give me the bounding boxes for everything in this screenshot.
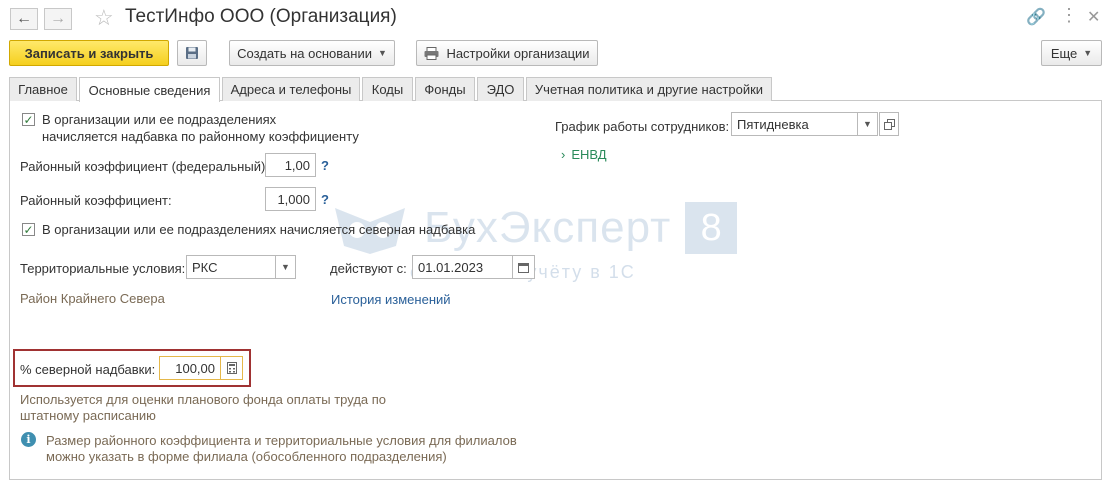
link-icon[interactable]: 🔗 xyxy=(1026,7,1046,27)
save-close-button[interactable]: Записать и закрыть xyxy=(9,40,169,66)
fed-coef-label: Районный коэффициент (федеральный): xyxy=(20,159,269,174)
fed-coef-help-icon[interactable]: ? xyxy=(321,158,329,173)
fed-coef-input[interactable]: 1,00 xyxy=(265,153,316,177)
more-button[interactable]: Еще ▼ xyxy=(1041,40,1102,66)
checkmark-icon: ✓ xyxy=(23,222,34,237)
schedule-select[interactable]: Пятидневка xyxy=(731,112,858,136)
north-allowance-checkbox[interactable]: ✓ xyxy=(22,223,35,236)
info-note: Размер районного коэффициента и территор… xyxy=(46,433,517,448)
north-pct-label: % северной надбавки: xyxy=(20,362,156,377)
arrow-right-icon: → xyxy=(50,10,66,27)
info-icon: i xyxy=(21,432,36,447)
region-text: Район Крайнего Севера xyxy=(20,291,165,306)
schedule-open-button[interactable] xyxy=(879,112,899,136)
calendar-icon xyxy=(518,262,529,273)
history-link[interactable]: История изменений xyxy=(331,292,451,307)
create-based-button[interactable]: Создать на основании ▼ xyxy=(229,40,395,66)
chevron-right-icon: › xyxy=(561,147,566,162)
forward-button[interactable]: → xyxy=(44,8,72,30)
tab-codes[interactable]: Коды xyxy=(362,77,413,101)
favorite-star-icon[interactable]: ☆ xyxy=(94,5,114,31)
valid-from-label: действуют с: xyxy=(330,261,407,276)
terr-conditions-label: Территориальные условия: xyxy=(20,261,186,276)
schedule-dropdown[interactable]: ▼ xyxy=(858,112,878,136)
coef-label: Районный коэффициент: xyxy=(20,193,172,208)
tab-accounting-policy[interactable]: Учетная политика и другие настройки xyxy=(526,77,772,101)
close-icon[interactable]: ✕ xyxy=(1087,7,1100,27)
usage-note-2: штатному расписанию xyxy=(20,408,156,423)
open-window-icon xyxy=(883,118,895,130)
coef-help-icon[interactable]: ? xyxy=(321,192,329,207)
window-title: ТестИнфо ООО (Организация) xyxy=(125,6,397,27)
terr-conditions-dropdown[interactable]: ▼ xyxy=(276,255,296,279)
valid-from-input[interactable]: 01.01.2023 xyxy=(412,255,513,279)
org-settings-button[interactable]: Настройки организации xyxy=(416,40,598,66)
watermark-digit: 8 xyxy=(685,202,738,254)
tab-funds[interactable]: Фонды xyxy=(415,77,475,101)
more-menu-icon[interactable]: ⋮ xyxy=(1060,5,1078,26)
north-allowance-check-label: В организации или ее подразделениях начи… xyxy=(42,222,476,237)
back-button[interactable]: ← xyxy=(10,8,38,30)
tab-addresses-phones[interactable]: Адреса и телефоны xyxy=(222,77,360,101)
tab-main[interactable]: Главное xyxy=(9,77,77,101)
checkmark-icon: ✓ xyxy=(23,112,34,127)
coef-input[interactable]: 1,000 xyxy=(265,187,316,211)
north-pct-input[interactable]: 100,00 xyxy=(159,356,221,380)
chevron-down-icon: ▼ xyxy=(377,48,387,58)
calendar-button[interactable] xyxy=(513,255,535,279)
caret-down-icon: ▼ xyxy=(281,262,290,272)
save-button[interactable] xyxy=(177,40,207,66)
terr-conditions-select[interactable]: РКС xyxy=(186,255,276,279)
arrow-left-icon: ← xyxy=(16,10,32,27)
envd-label: ЕНВД xyxy=(571,147,607,162)
info-note-2: можно указать в форме филиала (обособлен… xyxy=(46,449,447,464)
chevron-down-icon: ▼ xyxy=(1083,48,1093,58)
tab-basic-info[interactable]: Основные сведения xyxy=(79,77,220,102)
printer-icon xyxy=(424,46,439,60)
floppy-disk-icon xyxy=(186,47,198,59)
content-panel xyxy=(9,100,1102,480)
more-label: Еще xyxy=(1050,45,1078,61)
calculator-button[interactable] xyxy=(221,356,243,380)
tab-edo[interactable]: ЭДО xyxy=(477,77,524,101)
usage-note: Используется для оценки планового фонда … xyxy=(20,392,387,407)
org-settings-label: Настройки организации xyxy=(446,45,590,61)
schedule-label: График работы сотрудников: xyxy=(555,119,730,134)
district-coef-check-label: В организации или ее подразделениях xyxy=(42,112,277,127)
caret-down-icon: ▼ xyxy=(863,119,872,129)
calculator-icon xyxy=(226,362,237,374)
create-based-label: Создать на основании xyxy=(237,45,372,61)
district-coef-check-label-2: начисляется надбавка по районному коэффи… xyxy=(42,129,359,144)
envd-section[interactable]: › ЕНВД xyxy=(561,147,607,162)
district-coef-checkbox[interactable]: ✓ xyxy=(22,113,35,126)
